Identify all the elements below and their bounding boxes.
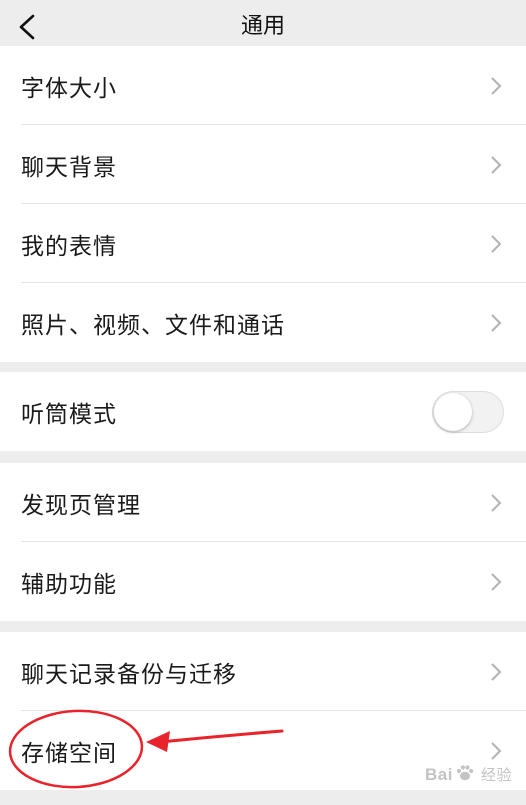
row-earpiece-mode: 听筒模式	[0, 372, 526, 451]
row-label: 我的表情	[21, 233, 117, 260]
chevron-right-icon	[491, 155, 502, 174]
page-title: 通用	[240, 14, 285, 39]
chevron-right-icon	[491, 741, 502, 760]
settings-group-discover: 发现页管理 辅助功能	[0, 463, 526, 621]
row-chat-backup-migrate[interactable]: 聊天记录备份与迁移	[0, 632, 526, 711]
chevron-right-icon	[491, 234, 502, 253]
row-label: 字体大小	[21, 75, 117, 102]
row-label: 聊天背景	[21, 154, 117, 181]
row-chat-background[interactable]: 聊天背景	[0, 125, 526, 204]
chevron-right-icon	[491, 313, 502, 332]
row-label: 存储空间	[21, 740, 117, 767]
chevron-right-icon	[491, 76, 502, 95]
chevron-right-icon	[491, 493, 502, 512]
row-label: 听筒模式	[21, 401, 117, 428]
row-label: 照片、视频、文件和通话	[21, 312, 285, 339]
earpiece-mode-toggle[interactable]	[432, 390, 504, 433]
row-discover-management[interactable]: 发现页管理	[0, 463, 526, 542]
chevron-right-icon	[491, 572, 502, 591]
watermark-text-left: Bai	[425, 765, 453, 784]
toggle-knob	[434, 392, 472, 431]
settings-group-display: 字体大小 聊天背景 我的表情 照片、视频、文件和通话	[0, 46, 526, 362]
row-photos-videos-files-calls[interactable]: 照片、视频、文件和通话	[0, 283, 526, 362]
row-font-size[interactable]: 字体大小	[0, 46, 526, 125]
chevron-right-icon	[491, 662, 502, 681]
row-label: 辅助功能	[21, 571, 117, 598]
row-label: 聊天记录备份与迁移	[21, 661, 237, 688]
watermark-text-right: 经验	[480, 767, 512, 784]
baidu-watermark: Bai 经验	[425, 763, 512, 785]
row-label: 发现页管理	[21, 492, 141, 519]
row-my-stickers[interactable]: 我的表情	[0, 204, 526, 283]
row-accessibility[interactable]: 辅助功能	[0, 542, 526, 621]
settings-group-earpiece: 听筒模式	[0, 372, 526, 451]
baidu-paw-icon	[456, 765, 474, 781]
